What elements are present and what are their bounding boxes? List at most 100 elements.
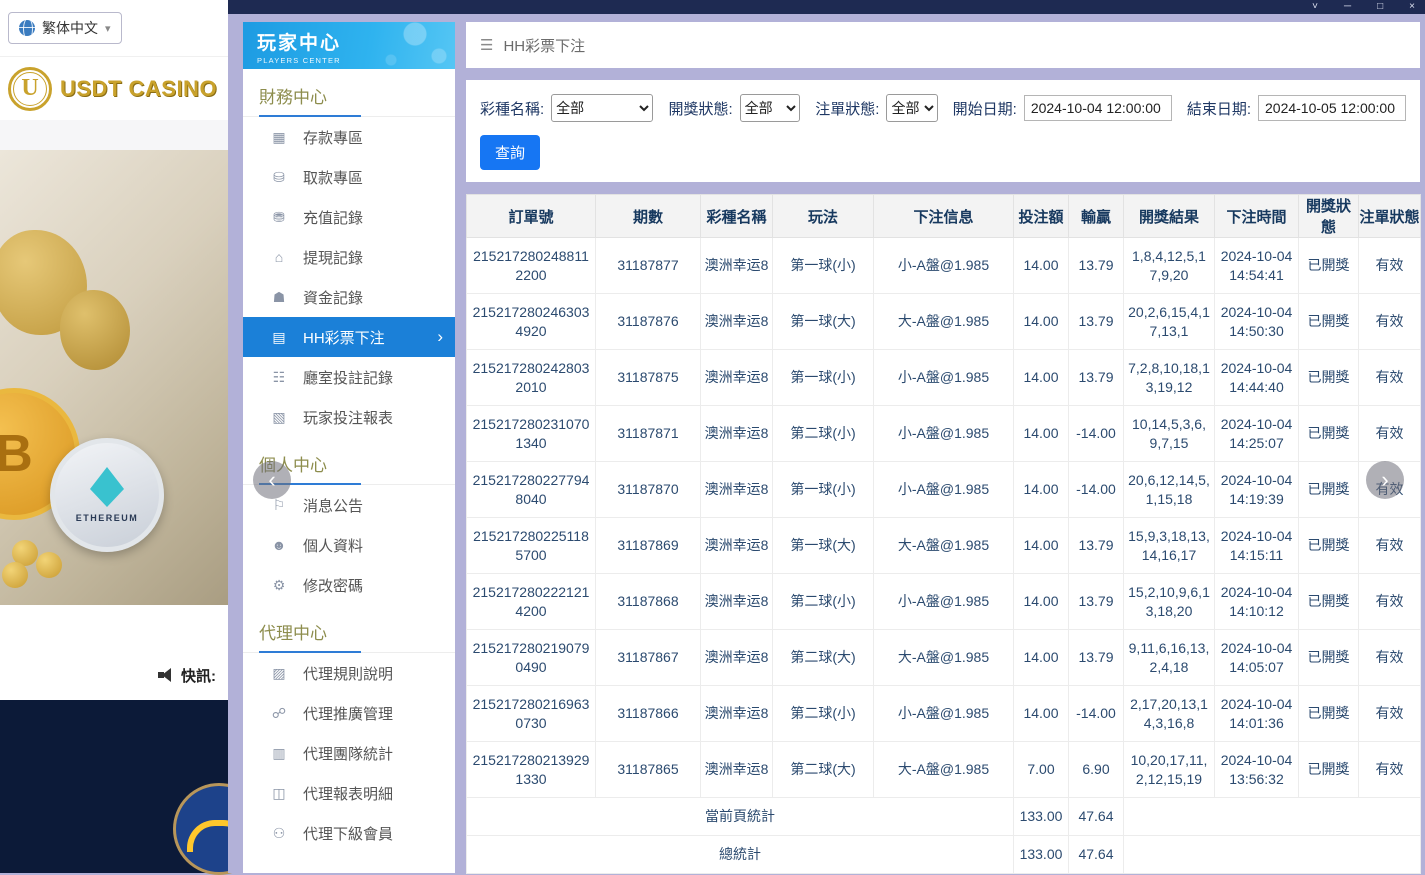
table-row: 215217280225118570031187869澳洲幸运8第一球(大)大-… xyxy=(467,518,1421,574)
bet-status-select[interactable]: 全部 xyxy=(886,94,937,122)
column-header: 玩法 xyxy=(773,195,874,238)
cell-period: 31187868 xyxy=(596,574,701,630)
money-bag-icon: ☗ xyxy=(270,289,288,306)
sidebar-item-agent-rules[interactable]: ▨代理規則說明 xyxy=(243,653,455,693)
lottery-name-select[interactable]: 全部 xyxy=(551,94,653,122)
logo-text: USDT CASINO xyxy=(60,76,217,102)
chevron-down-icon[interactable]: ˅ xyxy=(1312,2,1318,12)
table-row: 215217280219079049031187867澳洲幸运8第二球(大)大-… xyxy=(467,630,1421,686)
cell-order-number: 2152172802190790490 xyxy=(467,630,596,686)
cell-bet-time: 2024-10-04 14:01:36 xyxy=(1215,686,1299,742)
table-row: 215217280242803201031187875澳洲幸运8第一球(小)小-… xyxy=(467,350,1421,406)
chevron-right-icon: › xyxy=(437,327,443,347)
language-bar: 繁体中文 ▾ xyxy=(0,0,228,57)
sidebar-item-agent-report-details[interactable]: ◫代理報表明細 xyxy=(243,773,455,813)
cell-bet-time: 2024-10-04 14:19:39 xyxy=(1215,462,1299,518)
cell-period: 31187866 xyxy=(596,686,701,742)
cell-lottery-name: 澳洲幸运8 xyxy=(701,742,773,798)
filter-label-start-date: 開始日期: xyxy=(953,98,1017,119)
filter-label-draw-status: 開獎狀態: xyxy=(668,98,732,119)
cell-draw-status: 已開獎 xyxy=(1299,574,1359,630)
sidebar-item-recharge-records[interactable]: ⛃充值記錄 xyxy=(243,197,455,237)
language-selector[interactable]: 繁体中文 ▾ xyxy=(8,12,122,44)
cell-win-loss: 13.79 xyxy=(1069,574,1124,630)
sidebar-item-agent-team-stats[interactable]: ▥代理團隊統計 xyxy=(243,733,455,773)
cell-bet-info: 小-A盤@1.985 xyxy=(874,350,1014,406)
column-header: 期數 xyxy=(596,195,701,238)
start-date-input[interactable] xyxy=(1024,95,1172,121)
logo-initial: U xyxy=(21,75,38,102)
players-center-modal: ˅─□× 玩家中心 PLAYERS CENTER 財務中心▦存款專區⛁取款專區⛃… xyxy=(228,0,1425,873)
page-header: ☰ HH彩票下注 xyxy=(466,22,1420,68)
document-icon: ▨ xyxy=(270,665,288,682)
cell-draw-status: 已開獎 xyxy=(1299,238,1359,294)
cell-lottery-name: 澳洲幸运8 xyxy=(701,294,773,350)
grid-icon: ☷ xyxy=(270,369,288,386)
cell-win-loss: -14.00 xyxy=(1069,462,1124,518)
sidebar-item-fund-records[interactable]: ☗資金記錄 xyxy=(243,277,455,317)
cell-bet-time: 2024-10-04 14:54:41 xyxy=(1215,238,1299,294)
cell-draw-result: 2,17,20,13,14,3,16,8 xyxy=(1124,686,1215,742)
cell-bet-amount: 14.00 xyxy=(1014,574,1069,630)
summary-empty xyxy=(1124,836,1421,874)
sidebar-item-agent-members[interactable]: ⚇代理下級會員 xyxy=(243,813,455,853)
cell-bet-amount: 14.00 xyxy=(1014,686,1069,742)
cell-draw-status: 已開獎 xyxy=(1299,630,1359,686)
minimize-icon[interactable]: ─ xyxy=(1344,2,1351,12)
query-button[interactable]: 查詢 xyxy=(480,135,540,170)
sidebar-item-label: 個人資料 xyxy=(303,535,363,556)
cell-order-number: 2152172802251185700 xyxy=(467,518,596,574)
cell-bet-status: 有效 xyxy=(1359,742,1421,798)
sidebar-item-deposit[interactable]: ▦存款專區 xyxy=(243,117,455,157)
column-header: 開獎狀態 xyxy=(1299,195,1359,238)
chevron-left-icon: ‹ xyxy=(268,467,275,493)
cell-order-number: 2152172802463034920 xyxy=(467,294,596,350)
cell-bet-info: 小-A盤@1.985 xyxy=(874,686,1014,742)
sidebar-header: 玩家中心 PLAYERS CENTER xyxy=(243,22,455,69)
bell-icon: ⚐ xyxy=(270,497,288,514)
menu-icon[interactable]: ☰ xyxy=(480,36,493,54)
cell-draw-status: 已開獎 xyxy=(1299,742,1359,798)
summary-row: 總統計133.0047.64 xyxy=(467,836,1421,874)
cell-draw-status: 已開獎 xyxy=(1299,406,1359,462)
language-label: 繁体中文 xyxy=(42,18,98,38)
summary-empty xyxy=(1124,798,1421,836)
sidebar-item-withdrawal-records[interactable]: ⌂提現記錄 xyxy=(243,237,455,277)
sidebar-item-label: 廳室投註記錄 xyxy=(303,367,393,388)
cell-play-type: 第二球(小) xyxy=(773,686,874,742)
btc-symbol: B xyxy=(0,424,33,484)
sidebar-item-change-password[interactable]: ⚙修改密碼 xyxy=(243,565,455,605)
sidebar-item-room-bet-records[interactable]: ☷ 廳室投註記錄 xyxy=(243,357,455,397)
background-nav-strip xyxy=(0,120,228,150)
cell-lottery-name: 澳洲幸运8 xyxy=(701,462,773,518)
cell-order-number: 2152172802310701340 xyxy=(467,406,596,462)
end-date-input[interactable] xyxy=(1258,95,1406,121)
site-logo[interactable]: U USDT CASINO xyxy=(0,57,228,120)
draw-status-select[interactable]: 全部 xyxy=(740,94,801,122)
close-icon[interactable]: × xyxy=(1409,2,1415,12)
maximize-icon[interactable]: □ xyxy=(1377,2,1383,12)
cell-bet-status: 有效 xyxy=(1359,630,1421,686)
cell-bet-status: 有效 xyxy=(1359,686,1421,742)
sidebar-item-profile[interactable]: ☻個人資料 xyxy=(243,525,455,565)
cell-order-number: 2152172802488112200 xyxy=(467,238,596,294)
sidebar-item-agent-promotion[interactable]: ☍代理推廣管理 xyxy=(243,693,455,733)
logo-coin-icon: U xyxy=(8,67,52,111)
table-row: 215217280227794804031187870澳洲幸运8第一球(小)小-… xyxy=(467,462,1421,518)
cell-bet-info: 小-A盤@1.985 xyxy=(874,574,1014,630)
cell-bet-status: 有效 xyxy=(1359,294,1421,350)
caret-down-icon: ▾ xyxy=(105,22,111,35)
carousel-next-button[interactable]: › xyxy=(1366,461,1404,499)
column-header: 下注時間 xyxy=(1215,195,1299,238)
carousel-prev-button[interactable]: ‹ xyxy=(253,461,291,499)
ethereum-label: ETHEREUM xyxy=(76,513,139,523)
news-label: 快訊: xyxy=(181,665,216,686)
bets-table: 訂單號期數彩種名稱玩法下注信息投注額輸贏開獎結果下注時間開獎狀態注單狀態 215… xyxy=(466,194,1421,874)
table-row: 215217280231070134031187871澳洲幸运8第二球(小)小-… xyxy=(467,406,1421,462)
sidebar-item-player-bet-report[interactable]: ▧玩家投注報表 xyxy=(243,397,455,437)
cell-draw-status: 已開獎 xyxy=(1299,462,1359,518)
sidebar-item-withdraw[interactable]: ⛁取款專區 xyxy=(243,157,455,197)
cell-play-type: 第二球(小) xyxy=(773,406,874,462)
sidebar-item-lottery-bet[interactable]: ▤HH彩票下注› xyxy=(243,317,455,357)
table-header-row: 訂單號期數彩種名稱玩法下注信息投注額輸贏開獎結果下注時間開獎狀態注單狀態 xyxy=(467,195,1421,238)
